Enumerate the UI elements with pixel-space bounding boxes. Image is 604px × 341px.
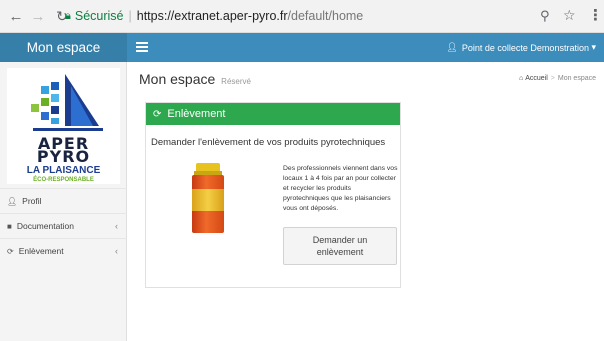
box-header: ⟳ Enlèvement bbox=[146, 103, 400, 125]
brand-line-eco: ÉCO-RESPONSABLE bbox=[33, 177, 94, 183]
user-menu-label: Point de collecte Demonstration bbox=[461, 42, 589, 53]
sidebar-item-label: Enlèvement bbox=[18, 246, 64, 256]
chevron-left-icon: ‹ bbox=[115, 246, 118, 256]
star-icon[interactable]: ☆ bbox=[563, 7, 576, 24]
folder-icon: ■ bbox=[7, 221, 12, 231]
home-icon: ⌂ bbox=[518, 75, 524, 82]
browser-toolbar: ← → ↻ 🔒︎ Sécurisé | https://extranet.ape… bbox=[0, 0, 604, 33]
page-title-text: Mon espace bbox=[139, 71, 216, 87]
breadcrumb-home-link[interactable]: Accueil bbox=[525, 75, 548, 82]
address-bar[interactable]: 🔒︎ Sécurisé | https://extranet.aper-pyro… bbox=[65, 5, 557, 27]
brand-line-pyro: PYRO bbox=[36, 147, 91, 166]
sidebar: APER PYRO LA PLAISANCE ÉCO-RESPONSABLE 👤… bbox=[0, 62, 127, 341]
sidebar-item-label: Documentation bbox=[16, 221, 75, 231]
lock-icon: 🔒︎ bbox=[65, 9, 71, 22]
app-header: Mon espace 👤︎ Point de collecte Demonstr… bbox=[0, 33, 604, 62]
sidebar-item-label: Profil bbox=[22, 196, 42, 206]
brand-line-plaisance: LA PLAISANCE bbox=[26, 165, 101, 176]
arrow-left-icon[interactable]: ← bbox=[7, 7, 25, 25]
brand-logo: APER PYRO LA PLAISANCE ÉCO-RESPONSABLE bbox=[7, 68, 120, 184]
refresh-icon: ⟳ bbox=[153, 108, 162, 120]
enlevement-box: ⟳ Enlèvement Demander l'enlèvement de vo… bbox=[145, 102, 401, 288]
box-lead-text: Demander l'enlèvement de vos produits py… bbox=[151, 137, 386, 148]
sidebar-item-profil[interactable]: 👤︎ Profil bbox=[0, 188, 127, 213]
url-host: https://extranet.aper-pyro.fr bbox=[136, 9, 288, 23]
content-header: Mon espace Réservé ⌂ Accueil > Mon espac… bbox=[127, 62, 604, 94]
brand-text: APER PYRO LA PLAISANCE ÉCO-RESPONSABLE bbox=[7, 136, 120, 184]
zoom-icon[interactable]: ⚲ bbox=[540, 8, 550, 24]
secure-label: Sécurisé bbox=[74, 9, 124, 23]
user-icon: 👤︎ bbox=[446, 42, 458, 52]
caret-down-icon: ▾ bbox=[588, 42, 596, 52]
sidebar-nav: 👤︎ Profil ■ Documentation ‹ ⟳ Enlèvement… bbox=[0, 188, 127, 263]
page-title: Mon espace Réservé bbox=[139, 71, 251, 87]
breadcrumb: ⌂ Accueil > Mon espace bbox=[519, 75, 596, 82]
container-label bbox=[192, 189, 224, 211]
request-pickup-button[interactable]: Demander un enlèvement bbox=[283, 227, 397, 265]
pyrotechnic-container-image bbox=[191, 163, 225, 235]
app-title[interactable]: Mon espace bbox=[0, 33, 127, 62]
sidebar-item-documentation[interactable]: ■ Documentation ‹ bbox=[0, 213, 127, 238]
address-separator: | bbox=[128, 9, 132, 23]
box-description: Des professionnels viennent dans vos loc… bbox=[283, 165, 398, 212]
url-path: /default/home bbox=[287, 9, 364, 23]
breadcrumb-separator: > bbox=[550, 75, 555, 82]
breadcrumb-current: Mon espace bbox=[557, 75, 596, 82]
user-menu[interactable]: 👤︎ Point de collecte Demonstration ▾ bbox=[446, 33, 596, 62]
refresh-icon: ⟳ bbox=[7, 246, 14, 256]
user-icon: 👤︎ bbox=[7, 196, 18, 206]
menu-icon[interactable]: ⋮ bbox=[588, 6, 603, 24]
arrow-right-icon[interactable]: → bbox=[29, 7, 47, 25]
sailboat-icon bbox=[31, 74, 103, 131]
chevron-left-icon: ‹ bbox=[115, 221, 118, 231]
sidebar-item-enlevement[interactable]: ⟳ Enlèvement ‹ bbox=[0, 238, 127, 263]
box-title: Enlèvement bbox=[167, 108, 226, 120]
hamburger-icon[interactable] bbox=[136, 42, 148, 52]
page-subtitle: Réservé bbox=[221, 77, 251, 86]
